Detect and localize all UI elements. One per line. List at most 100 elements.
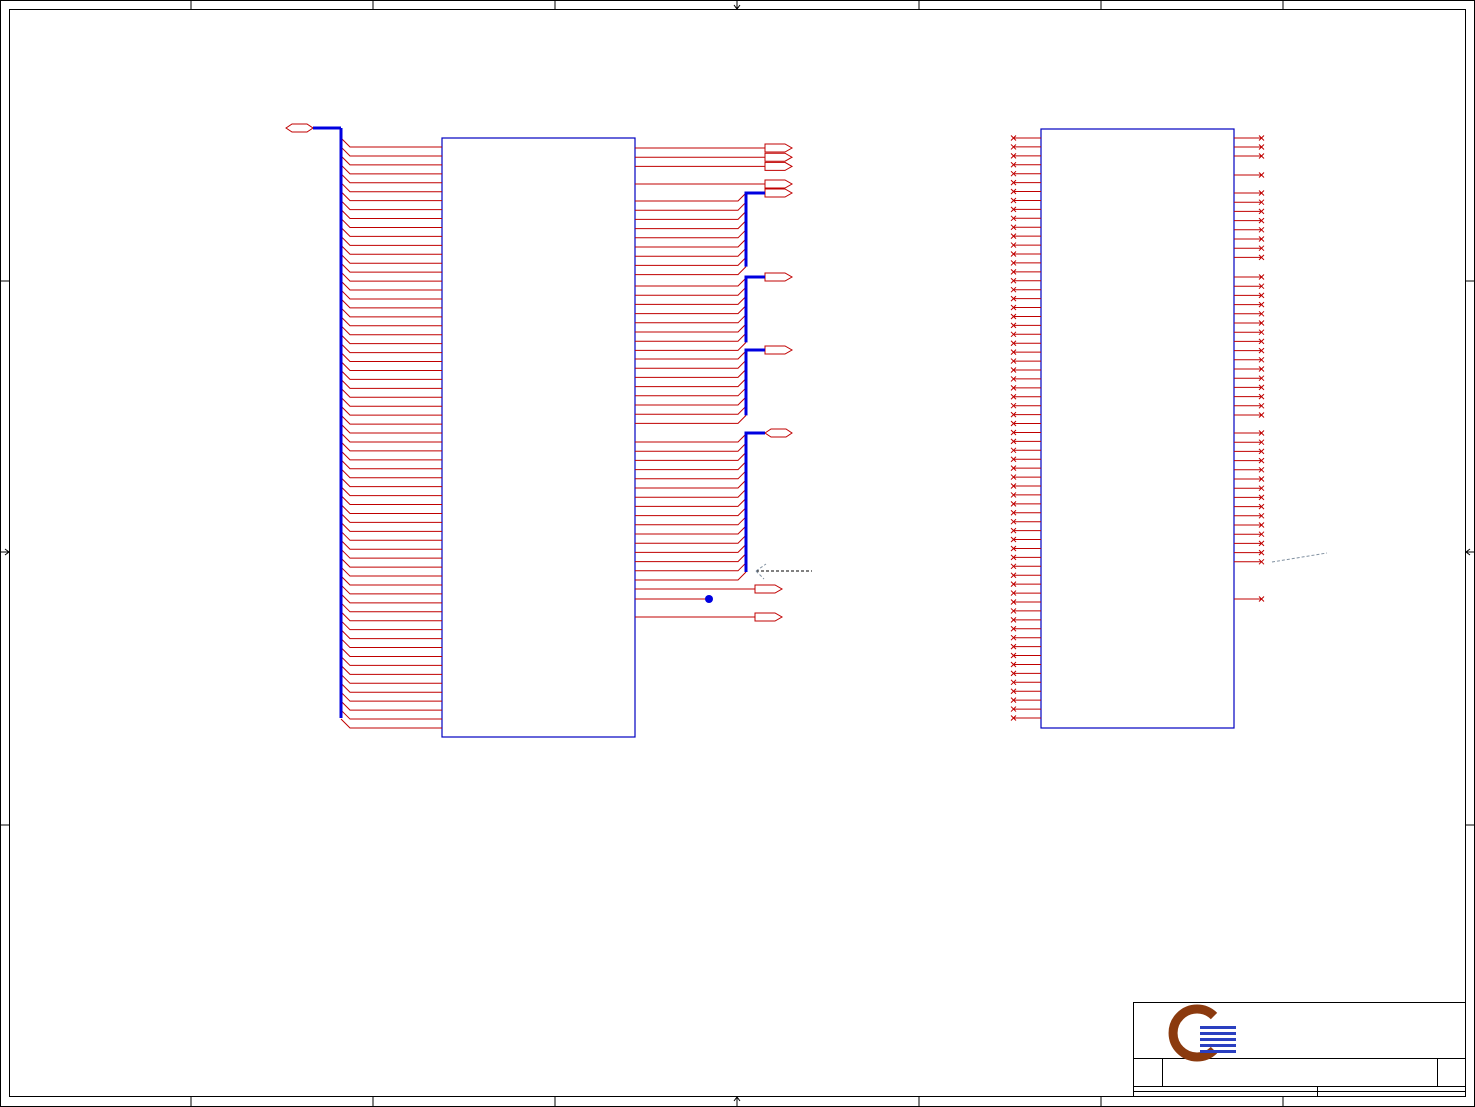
bus-entry-wire <box>340 173 442 184</box>
bus-entry-wire <box>635 257 747 266</box>
bus-entry-wire <box>340 316 442 327</box>
bus-entry-wire <box>340 405 442 416</box>
bus-entry-wire <box>635 516 747 526</box>
bus-entry-wire <box>340 548 442 559</box>
bus-entry-wire <box>340 200 442 211</box>
bus-entry-wire <box>635 238 747 248</box>
bus-entry-wire <box>635 192 747 202</box>
bus-entry-wire <box>340 656 442 666</box>
bus-entry-wire <box>340 164 442 175</box>
output-buses <box>744 191 765 572</box>
bus-entry-wire <box>340 709 442 720</box>
bus-entry-wire <box>340 638 442 649</box>
bus-entry-wire <box>635 553 747 563</box>
bus-entry-wire <box>635 562 747 572</box>
bus-entry-wire <box>635 277 747 287</box>
bus-entry-wire <box>340 370 442 380</box>
bus-entry-wire <box>340 513 442 523</box>
bus-entry-wire <box>635 387 747 397</box>
bus-entry-wire <box>340 718 442 729</box>
bus-entry-wire <box>340 343 442 354</box>
bus-entry-wire <box>340 477 442 488</box>
bus-entry-wire <box>635 323 747 333</box>
bus-entry-wire <box>635 571 747 581</box>
bus-entry-wire <box>340 235 442 246</box>
bus-entry-wire <box>340 522 442 532</box>
output-port <box>764 179 794 189</box>
bus-entry-wire <box>635 220 747 230</box>
bus-entry-wire <box>340 325 442 336</box>
bus-entry-wire <box>635 452 747 461</box>
bus-entry-wire <box>635 201 747 211</box>
bus-entry-wire <box>340 298 442 309</box>
bus-entry-wire <box>340 691 442 702</box>
bus-entry-wire <box>635 544 747 553</box>
bus-entry-wire <box>635 378 747 388</box>
bus-entry-wire <box>635 350 747 360</box>
bus-entry-wire <box>340 414 442 425</box>
bus-entry-wire <box>340 155 442 166</box>
bus-entry-wire <box>635 507 747 517</box>
bus-entry-wire <box>340 459 442 470</box>
bus-entry-wire <box>340 593 442 604</box>
bus-entry-wire <box>340 700 442 711</box>
bus-entry-wire <box>340 602 442 613</box>
dashed-annotation-diag2 <box>755 570 765 580</box>
bus-entry-wire <box>340 566 442 577</box>
bus-entry-wire <box>635 525 747 535</box>
bus-entry-wire <box>635 266 747 276</box>
bus-entry-wire <box>635 369 747 378</box>
bus-entry-wire <box>635 342 747 351</box>
bus-entry-wire <box>635 470 747 480</box>
bus-entry-wire <box>340 280 442 291</box>
output-bus-4 <box>744 431 765 572</box>
bus-entry-wire <box>340 620 442 631</box>
bus-entry-wire <box>635 498 747 507</box>
bus-entry-wire <box>340 253 442 264</box>
bus-entry-wire <box>340 504 442 514</box>
bus-entry-wire <box>340 146 442 157</box>
right-component-left-pins <box>1010 135 1041 721</box>
bus-entry-wire <box>340 468 442 479</box>
bidir-port <box>764 428 793 438</box>
bus-entry-wire <box>635 286 747 296</box>
bus-entry-wire <box>635 332 747 342</box>
bus-entry-wire <box>340 218 442 228</box>
bus-entry-wire <box>340 665 442 675</box>
title-block <box>1133 1002 1466 1097</box>
company-logo <box>1168 1004 1236 1062</box>
bus-entry-wire <box>340 352 442 363</box>
center-arrow-right <box>1465 548 1474 556</box>
bus-entry-wire <box>340 647 442 657</box>
right-annotation-dashed <box>1271 552 1328 563</box>
center-arrow-left <box>1 548 10 556</box>
bus-entry-wire <box>340 182 442 193</box>
bus-entry-wire <box>340 450 442 461</box>
output-port <box>764 152 794 162</box>
bus-entry-wire <box>340 191 442 202</box>
bus-entry-wire <box>340 271 442 282</box>
bus-entry-wire <box>340 682 442 693</box>
bus-entry-wire <box>635 405 747 415</box>
bus-entry-wire <box>340 396 442 407</box>
bus-entry-wire <box>340 361 442 371</box>
bus-entry-wire <box>340 673 442 684</box>
bus-entry-wire <box>635 534 747 544</box>
right-component-right-pins <box>1234 135 1265 602</box>
bus-entry-wire <box>635 296 747 305</box>
output-port <box>754 584 784 594</box>
output-bus-3 <box>744 348 765 416</box>
bus-entry-wire <box>635 442 747 452</box>
output-port <box>764 345 794 355</box>
bus-entry-wire <box>340 432 442 443</box>
bus-entry-wire <box>340 387 442 398</box>
bus-entry-wire <box>635 314 747 324</box>
bus-entry-wire <box>340 378 442 389</box>
junction-dot <box>705 595 713 603</box>
bus-entry-wire <box>635 433 747 443</box>
output-port <box>764 143 794 153</box>
bus-entry-wire <box>340 629 442 640</box>
bus-entry-wire <box>340 244 442 255</box>
bus-entry-wire <box>635 396 747 406</box>
schematic-sheet <box>0 0 1475 1107</box>
